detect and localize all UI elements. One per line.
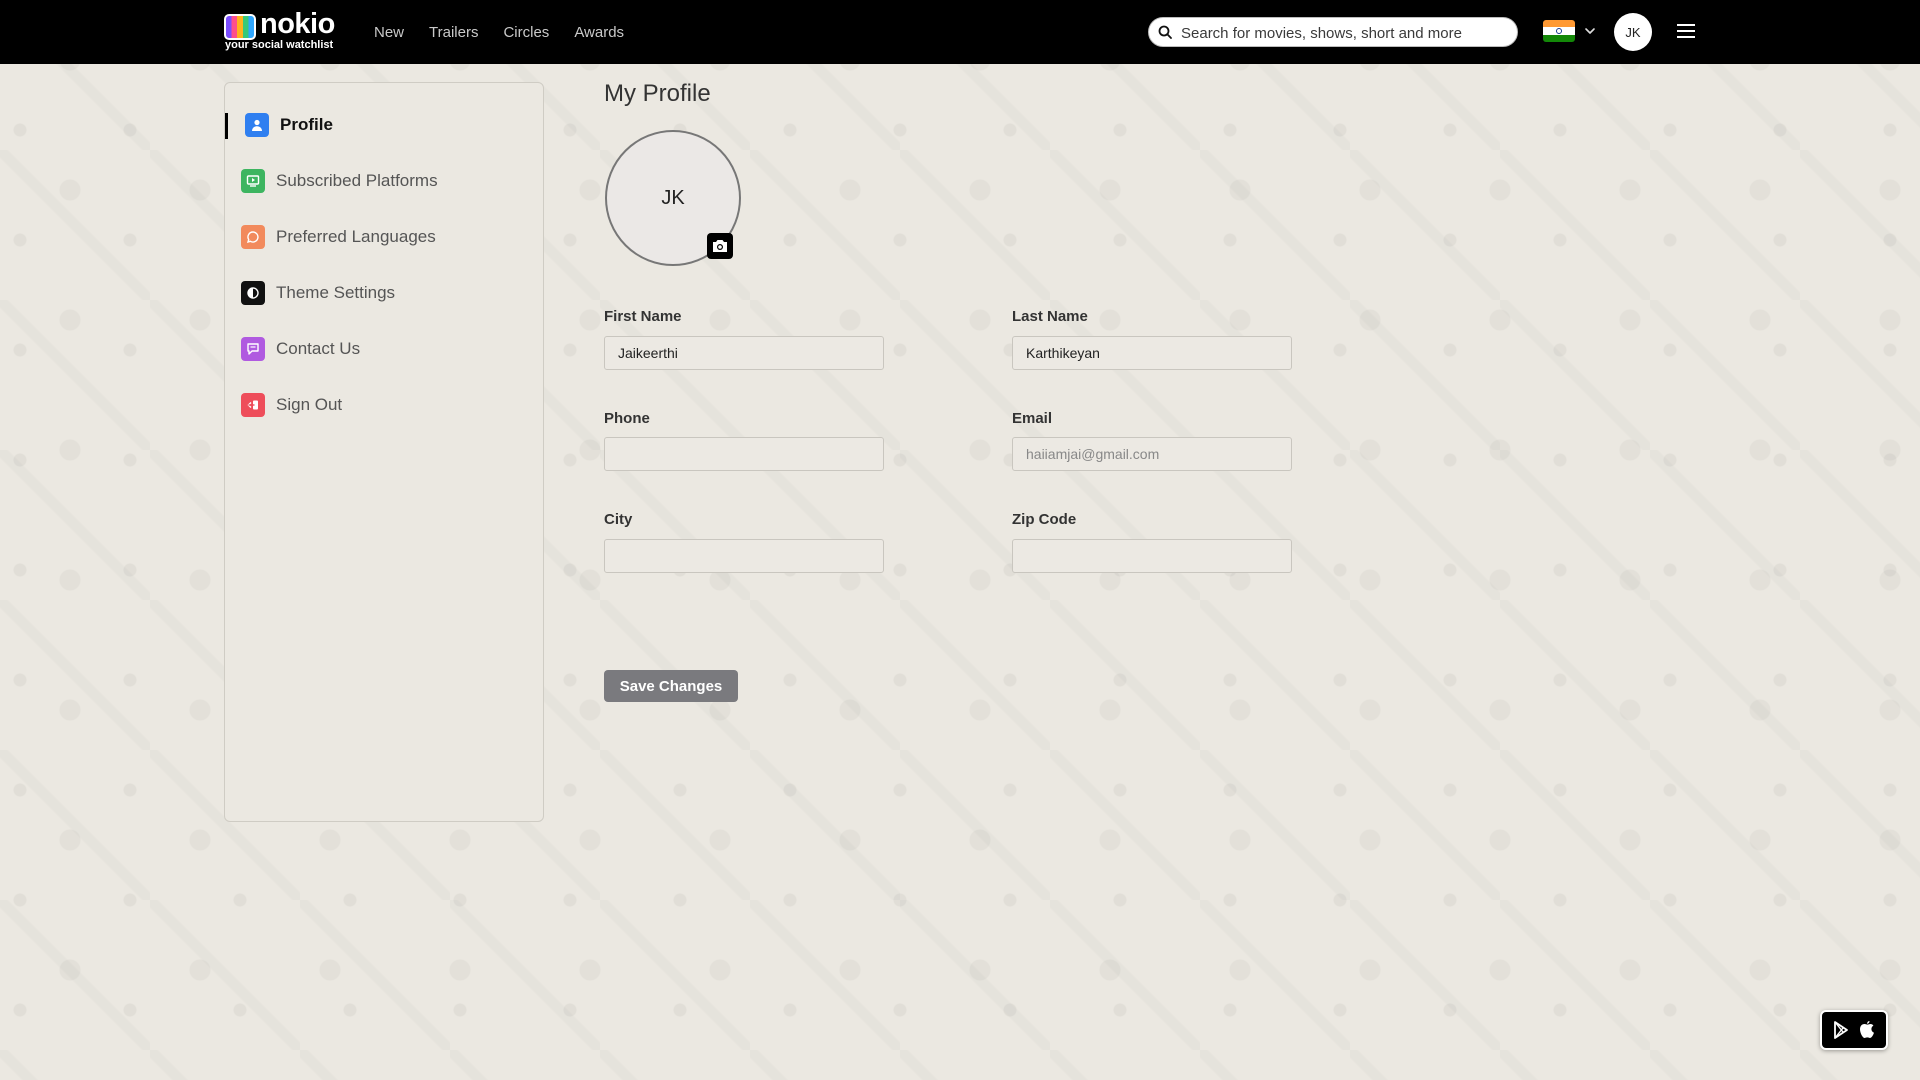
zip-code-label: Zip Code xyxy=(1012,511,1077,528)
sidebar-item-subscribed-platforms[interactable]: Subscribed Platforms xyxy=(225,161,543,201)
play-tv-icon xyxy=(241,169,265,193)
logo-tagline: your social watchlist xyxy=(225,39,334,51)
nav-link-trailers[interactable]: Trailers xyxy=(429,24,478,41)
chevron-down-icon[interactable] xyxy=(1583,24,1597,38)
hamburger-menu-icon[interactable] xyxy=(1676,22,1696,40)
message-icon xyxy=(241,337,265,361)
app-store-badge[interactable] xyxy=(1820,1010,1888,1050)
phone-label: Phone xyxy=(604,410,650,427)
camera-icon[interactable] xyxy=(707,233,733,259)
sidebar-item-label: Profile xyxy=(280,115,333,134)
search-box[interactable] xyxy=(1148,17,1518,48)
sidebar-item-label: Sign Out xyxy=(276,395,343,414)
sidebar-item-label: Theme Settings xyxy=(276,283,396,302)
first-name-input[interactable] xyxy=(604,336,884,370)
sidebar-item-preferred-languages[interactable]: Preferred Languages xyxy=(225,217,543,257)
apple-icon xyxy=(1860,1021,1874,1038)
page-title: My Profile xyxy=(604,80,711,107)
last-name-input[interactable] xyxy=(1012,336,1292,370)
contrast-icon xyxy=(241,281,265,305)
city-input[interactable] xyxy=(604,539,884,573)
save-changes-button[interactable]: Save Changes xyxy=(604,670,738,702)
sidebar-item-label: Preferred Languages xyxy=(276,227,436,246)
logo-tv-icon xyxy=(224,14,256,40)
settings-sidebar: Profile Subscribed Platforms Preferred L… xyxy=(224,82,544,822)
sidebar-item-sign-out[interactable]: Sign Out xyxy=(225,385,543,425)
sidebar-item-label: Subscribed Platforms xyxy=(276,171,438,190)
sidebar-item-contact-us[interactable]: Contact Us xyxy=(225,329,543,369)
search-input[interactable] xyxy=(1179,18,1513,48)
first-name-label: First Name xyxy=(604,308,682,325)
person-icon xyxy=(245,113,269,137)
logo-text: nokio xyxy=(260,8,335,40)
email-label: Email xyxy=(1012,410,1053,427)
chat-bubble-icon xyxy=(241,225,265,249)
nav-link-new[interactable]: New xyxy=(374,24,404,41)
search-icon xyxy=(1158,25,1172,39)
zip-code-input[interactable] xyxy=(1012,539,1292,573)
email-input[interactable] xyxy=(1012,437,1292,471)
user-avatar-button[interactable]: JK xyxy=(1614,13,1652,51)
main-nav: New Trailers Circles Awards xyxy=(374,0,649,64)
nokio-logo[interactable]: nokio your social watchlist xyxy=(224,8,344,52)
sidebar-item-theme-settings[interactable]: Theme Settings xyxy=(225,273,543,313)
last-name-label: Last Name xyxy=(1012,308,1088,325)
india-flag-icon[interactable] xyxy=(1543,20,1575,42)
sidebar-item-label: Contact Us xyxy=(276,339,361,358)
top-navigation-bar: nokio your social watchlist New Trailers… xyxy=(0,0,1920,64)
nav-link-circles[interactable]: Circles xyxy=(503,24,549,41)
logout-icon xyxy=(241,393,265,417)
nav-link-awards[interactable]: Awards xyxy=(574,24,624,41)
sidebar-item-profile[interactable]: Profile xyxy=(225,105,543,145)
city-label: City xyxy=(604,511,633,528)
phone-input[interactable] xyxy=(604,437,884,471)
google-play-icon xyxy=(1834,1021,1848,1039)
